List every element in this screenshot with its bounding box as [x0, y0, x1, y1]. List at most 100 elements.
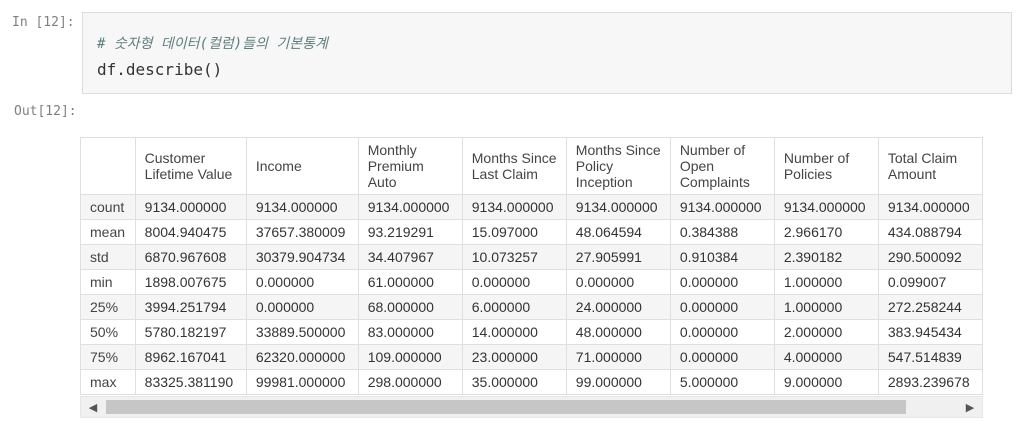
- column-header: Number of Open Complaints: [669, 137, 775, 195]
- describe-table: Customer Lifetime Value Income Monthly Pre…: [80, 137, 983, 395]
- table-cell: 33889.500000: [245, 319, 359, 345]
- table-cell: 434.088794: [877, 219, 983, 245]
- horizontal-scrollbar[interactable]: ◀ ▶: [80, 396, 983, 418]
- table-row: 50% 5780.182197 33889.500000 83.000000 14.00…: [80, 319, 983, 345]
- table-cell: 34.407967: [357, 244, 463, 270]
- table-cell: 2.000000: [773, 319, 879, 345]
- table-cell: 9134.000000: [773, 194, 879, 220]
- output-prompt: Out[12]:: [14, 104, 77, 119]
- table-cell: 24.000000: [565, 294, 671, 320]
- table-row: min 1898.007675 0.000000 61.000000 0.000000 0…: [80, 269, 983, 295]
- table-cell: 8962.167041: [134, 344, 247, 370]
- column-header: Number of Policies: [773, 137, 879, 195]
- table-cell: 1.000000: [773, 294, 879, 320]
- table-cell: 0.384388: [669, 219, 775, 245]
- table-cell: 99981.000000: [245, 369, 359, 395]
- table-cell: 15.097000: [461, 219, 567, 245]
- table-cell: 9134.000000: [245, 194, 359, 220]
- input-prompt: In [12]:: [12, 15, 75, 30]
- table-cell: 68.000000: [357, 294, 463, 320]
- column-header: Months Since Last Claim: [461, 137, 567, 195]
- table-body: count 9134.000000 9134.000000 9134.000000 91…: [80, 194, 983, 395]
- table-cell: 547.514839: [877, 344, 983, 370]
- table-cell: 0.000000: [245, 269, 359, 295]
- row-label: 50%: [80, 319, 136, 345]
- table-row: 75% 8962.167041 62320.000000 109.000000 23.0…: [80, 344, 983, 370]
- table-cell: 5780.182197: [134, 319, 247, 345]
- table-cell: 0.099007: [877, 269, 983, 295]
- table-cell: 5.000000: [669, 369, 775, 395]
- row-label: 75%: [80, 344, 136, 370]
- table-cell: 0.910384: [669, 244, 775, 270]
- table-cell: 0.000000: [669, 319, 775, 345]
- table-cell: 6.000000: [461, 294, 567, 320]
- table-cell: 9134.000000: [357, 194, 463, 220]
- code-line: df.describe(): [97, 60, 223, 79]
- table-row: 25% 3994.251794 0.000000 68.000000 6.000000 2…: [80, 294, 983, 320]
- table-cell: 383.945434: [877, 319, 983, 345]
- table-cell: 8004.940475: [134, 219, 247, 245]
- table-cell: 0.000000: [245, 294, 359, 320]
- column-header: Customer Lifetime Value: [134, 137, 247, 195]
- table-cell: 37657.380009: [245, 219, 359, 245]
- scroll-thumb[interactable]: [106, 400, 906, 414]
- table-cell: 0.000000: [669, 269, 775, 295]
- header-row: Customer Lifetime Value Income Monthly Pre…: [80, 137, 983, 195]
- table-cell: 0.000000: [461, 269, 567, 295]
- column-header: Total Claim Amount: [877, 137, 983, 195]
- index-header: [80, 137, 136, 195]
- table-cell: 99.000000: [565, 369, 671, 395]
- table-cell: 3994.251794: [134, 294, 247, 320]
- table-cell: 109.000000: [357, 344, 463, 370]
- table-cell: 30379.904734: [245, 244, 359, 270]
- table-cell: 290.500092: [877, 244, 983, 270]
- table-cell: 2.966170: [773, 219, 879, 245]
- table-cell: 9134.000000: [565, 194, 671, 220]
- table-cell: 272.258244: [877, 294, 983, 320]
- table-cell: 10.073257: [461, 244, 567, 270]
- table-cell: 298.000000: [357, 369, 463, 395]
- table-cell: 71.000000: [565, 344, 671, 370]
- row-label: count: [80, 194, 136, 220]
- table-cell: 0.000000: [669, 294, 775, 320]
- row-label: min: [80, 269, 136, 295]
- arrow-left-icon[interactable]: ◀: [83, 397, 103, 417]
- table-cell: 0.000000: [565, 269, 671, 295]
- table-cell: 83325.381190: [134, 369, 247, 395]
- table-cell: 48.000000: [565, 319, 671, 345]
- table-cell: 14.000000: [461, 319, 567, 345]
- table-cell: 23.000000: [461, 344, 567, 370]
- code-comment: # 숫자형 데이터(컬럼)들의 기본통계: [97, 36, 328, 52]
- table-cell: 27.905991: [565, 244, 671, 270]
- dataframe-output: Customer Lifetime Value Income Monthly Pre…: [80, 137, 983, 395]
- column-header: Monthly Premium Auto: [357, 137, 463, 195]
- table-cell: 35.000000: [461, 369, 567, 395]
- table-cell: 9.000000: [773, 369, 879, 395]
- row-label: std: [80, 244, 136, 270]
- table-cell: 93.219291: [357, 219, 463, 245]
- table-row: std 6870.967608 30379.904734 34.407967 10.07…: [80, 244, 983, 270]
- table-cell: 62320.000000: [245, 344, 359, 370]
- table-cell: 83.000000: [357, 319, 463, 345]
- code-cell[interactable]: # 숫자형 데이터(컬럼)들의 기본통계 df.describe(): [82, 12, 1012, 94]
- table-header: Customer Lifetime Value Income Monthly Pre…: [80, 137, 983, 195]
- table-row: max 83325.381190 99981.000000 298.000000 35.…: [80, 369, 983, 395]
- table-cell: 1.000000: [773, 269, 879, 295]
- table-cell: 9134.000000: [134, 194, 247, 220]
- table-row: count 9134.000000 9134.000000 9134.000000 91…: [80, 194, 983, 220]
- arrow-right-icon[interactable]: ▶: [960, 397, 980, 417]
- row-label: max: [80, 369, 136, 395]
- table-cell: 4.000000: [773, 344, 879, 370]
- table-cell: 2893.239678: [877, 369, 983, 395]
- table-cell: 6870.967608: [134, 244, 247, 270]
- table-cell: 61.000000: [357, 269, 463, 295]
- table-cell: 1898.007675: [134, 269, 247, 295]
- table-cell: 48.064594: [565, 219, 671, 245]
- column-header: Months Since Policy Inception: [565, 137, 671, 195]
- table-cell: 9134.000000: [669, 194, 775, 220]
- table-row: mean 8004.940475 37657.380009 93.219291 15.0…: [80, 219, 983, 245]
- row-label: 25%: [80, 294, 136, 320]
- table-cell: 0.000000: [669, 344, 775, 370]
- table-cell: 9134.000000: [877, 194, 983, 220]
- row-label: mean: [80, 219, 136, 245]
